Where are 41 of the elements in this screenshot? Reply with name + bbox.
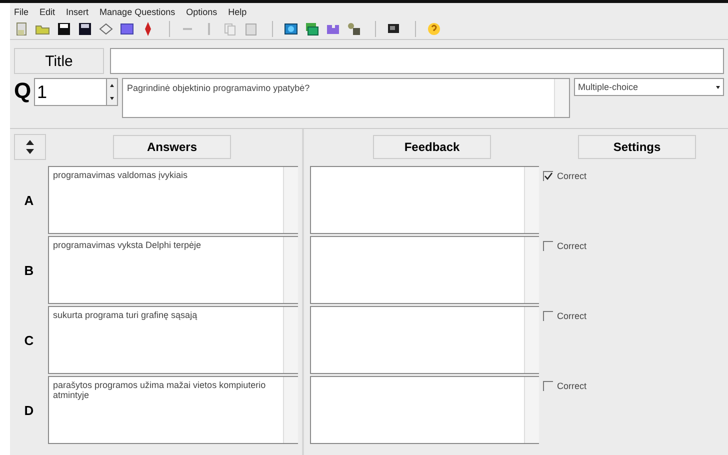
answer-letter: D: [23, 402, 35, 420]
menu-item[interactable]: File: [14, 7, 29, 17]
correct-checkbox[interactable]: [543, 171, 553, 181]
question-text-field[interactable]: Pagrindinė objektinio programavimo ypatybė?: [122, 78, 570, 118]
diamond-icon[interactable]: [98, 21, 114, 37]
correct-checkbox[interactable]: [543, 381, 553, 391]
save-icon[interactable]: [56, 21, 72, 37]
question-type-dropdown[interactable]: Multiple-choice: [574, 78, 724, 96]
feedback-field[interactable]: [310, 306, 539, 374]
save-as-icon[interactable]: [77, 21, 93, 37]
answer-text-field[interactable]: sukurta programa turi grafinę sąsają: [48, 306, 298, 374]
answer-text-field[interactable]: programavimas vyksta Delphi terpėje: [48, 236, 298, 304]
answer-letter: C: [23, 332, 35, 350]
question-number-spinner[interactable]: 1: [34, 78, 118, 106]
correct-label: Correct: [557, 171, 587, 181]
menu-item[interactable]: Help: [228, 7, 247, 17]
help-icon[interactable]: [426, 21, 442, 37]
feedback-field[interactable]: [310, 166, 539, 234]
feedback-header-button[interactable]: Feedback: [373, 135, 491, 159]
answer-letter: B: [23, 262, 35, 280]
feedback-field[interactable]: [310, 236, 539, 304]
feedback-field[interactable]: [310, 376, 539, 444]
answer-letter: A: [23, 192, 35, 210]
title-field[interactable]: [110, 48, 724, 74]
correct-label: Correct: [557, 311, 587, 321]
menu-item[interactable]: Insert: [66, 7, 89, 17]
menu-item[interactable]: Manage Questions: [100, 7, 176, 17]
reorder-spinner[interactable]: [14, 134, 46, 160]
answers-header-button[interactable]: Answers: [113, 135, 231, 159]
question-prefix: Q: [14, 78, 30, 104]
title-label: Title: [14, 48, 104, 74]
menu-item[interactable]: Options: [186, 7, 218, 17]
correct-checkbox[interactable]: [543, 241, 553, 251]
correct-label: Correct: [557, 241, 587, 251]
answer-text-field[interactable]: programavimas valdomas įvykiais: [48, 166, 298, 234]
correct-label: Correct: [557, 381, 587, 391]
correct-checkbox[interactable]: [543, 311, 553, 321]
settings-header-button[interactable]: Settings: [578, 135, 696, 159]
menu-item[interactable]: Edit: [40, 7, 56, 17]
answer-text-field[interactable]: parašytos programos užima mažai vietos kompiuterio atmintyje: [48, 376, 298, 444]
stack-icon[interactable]: [304, 21, 320, 37]
